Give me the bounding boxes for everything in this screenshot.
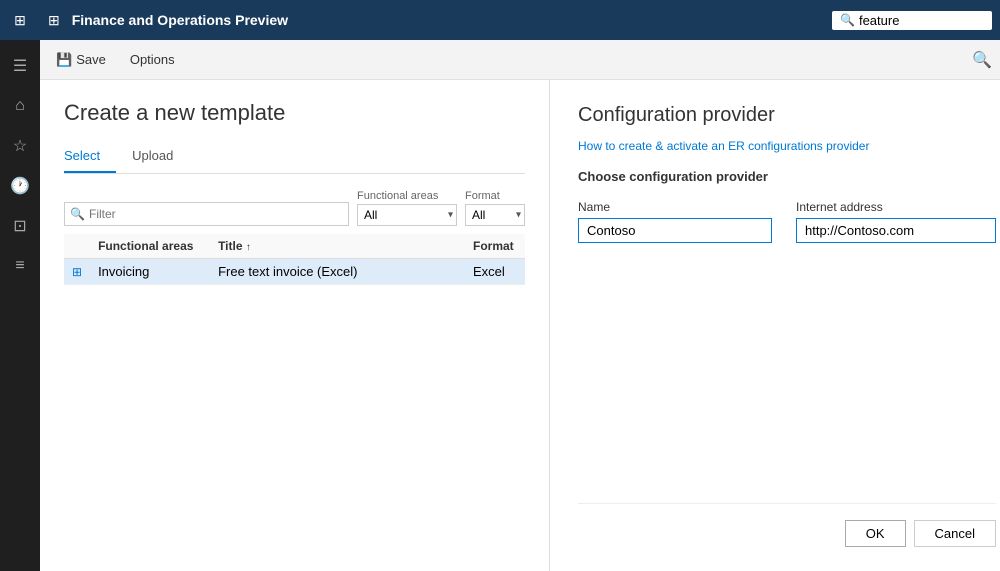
panel-title: Configuration provider	[578, 104, 996, 127]
internet-address-label: Internet address	[796, 200, 996, 214]
options-label: Options	[130, 52, 175, 67]
left-panel: Create a new template Select Upload 🔍 Fu…	[40, 80, 550, 571]
row-icon: ⊞	[64, 259, 90, 285]
functional-areas-label: Functional areas	[357, 190, 457, 202]
internet-address-field: Internet address	[796, 200, 996, 243]
filter-input-wrap: 🔍	[64, 202, 349, 226]
grid-icon: ⊞	[14, 12, 26, 29]
functional-areas-select-wrap: All	[357, 204, 457, 226]
app-logo-area: ⊞	[0, 0, 40, 40]
format-label: Format	[465, 190, 525, 202]
panel-subtitle: Choose configuration provider	[578, 169, 996, 184]
col-header-title[interactable]: Title	[210, 234, 465, 259]
search-icon: 🔍	[840, 13, 855, 27]
tab-select[interactable]: Select	[64, 142, 116, 173]
name-input[interactable]	[578, 218, 772, 243]
topbar: ⊞ Finance and Operations Preview 🔍	[40, 0, 1000, 40]
commandbar-search-button[interactable]: 🔍	[972, 50, 992, 70]
functional-areas-group: Functional areas All	[357, 190, 457, 226]
sidebar-favorites[interactable]: ☆	[0, 128, 40, 164]
save-button[interactable]: 💾 Save	[48, 48, 114, 72]
row-title: Free text invoice (Excel)	[210, 259, 465, 285]
save-icon: 💾	[56, 52, 72, 68]
commandbar: 💾 Save Options 🔍	[40, 40, 1000, 80]
functional-areas-select[interactable]: All	[357, 204, 457, 226]
col-header-format[interactable]: Format	[465, 234, 525, 259]
save-label: Save	[76, 52, 106, 67]
tab-upload[interactable]: Upload	[132, 142, 189, 173]
col-header-area[interactable]: Functional areas	[90, 234, 210, 259]
ok-button[interactable]: OK	[845, 520, 906, 547]
filter-input[interactable]	[64, 202, 349, 226]
app-title: Finance and Operations Preview	[72, 12, 824, 28]
format-select-wrap: All	[465, 204, 525, 226]
row-area: Invoicing	[90, 259, 210, 285]
sidebar-home[interactable]: ⌂	[0, 88, 40, 124]
row-format: Excel	[465, 259, 525, 285]
page-title: Create a new template	[64, 100, 525, 126]
internet-address-input[interactable]	[796, 218, 996, 243]
sidebar-modules[interactable]: ≡	[0, 248, 40, 284]
options-button[interactable]: Options	[122, 48, 183, 71]
topbar-search-input[interactable]	[859, 13, 979, 28]
right-panel: ? Configuration provider How to create &…	[550, 80, 1000, 571]
provider-form: Name Internet address	[578, 200, 996, 243]
filter-row: 🔍 Functional areas All Format	[64, 190, 525, 226]
format-group: Format All	[465, 190, 525, 226]
col-header-icon	[64, 234, 90, 259]
topbar-search-box[interactable]: 🔍	[832, 11, 992, 30]
name-field: Name	[578, 200, 772, 243]
sidebar-hamburger[interactable]: ☰	[0, 48, 40, 84]
name-label: Name	[578, 200, 772, 214]
sidebar-recent[interactable]: 🕐	[0, 168, 40, 204]
tabs: Select Upload	[64, 142, 525, 174]
templates-table: Functional areas Title Format ⊞ Invoicin…	[64, 234, 525, 285]
topbar-grid-icon: ⊞	[48, 12, 60, 29]
filter-search-icon: 🔍	[70, 207, 85, 221]
format-select[interactable]: All	[465, 204, 525, 226]
panel-footer: OK Cancel	[578, 503, 996, 547]
cancel-button[interactable]: Cancel	[914, 520, 996, 547]
sidebar-workspaces[interactable]: ⊡	[0, 208, 40, 244]
er-provider-link[interactable]: How to create & activate an ER configura…	[578, 139, 996, 153]
table-row[interactable]: ⊞ Invoicing Free text invoice (Excel) Ex…	[64, 259, 525, 285]
